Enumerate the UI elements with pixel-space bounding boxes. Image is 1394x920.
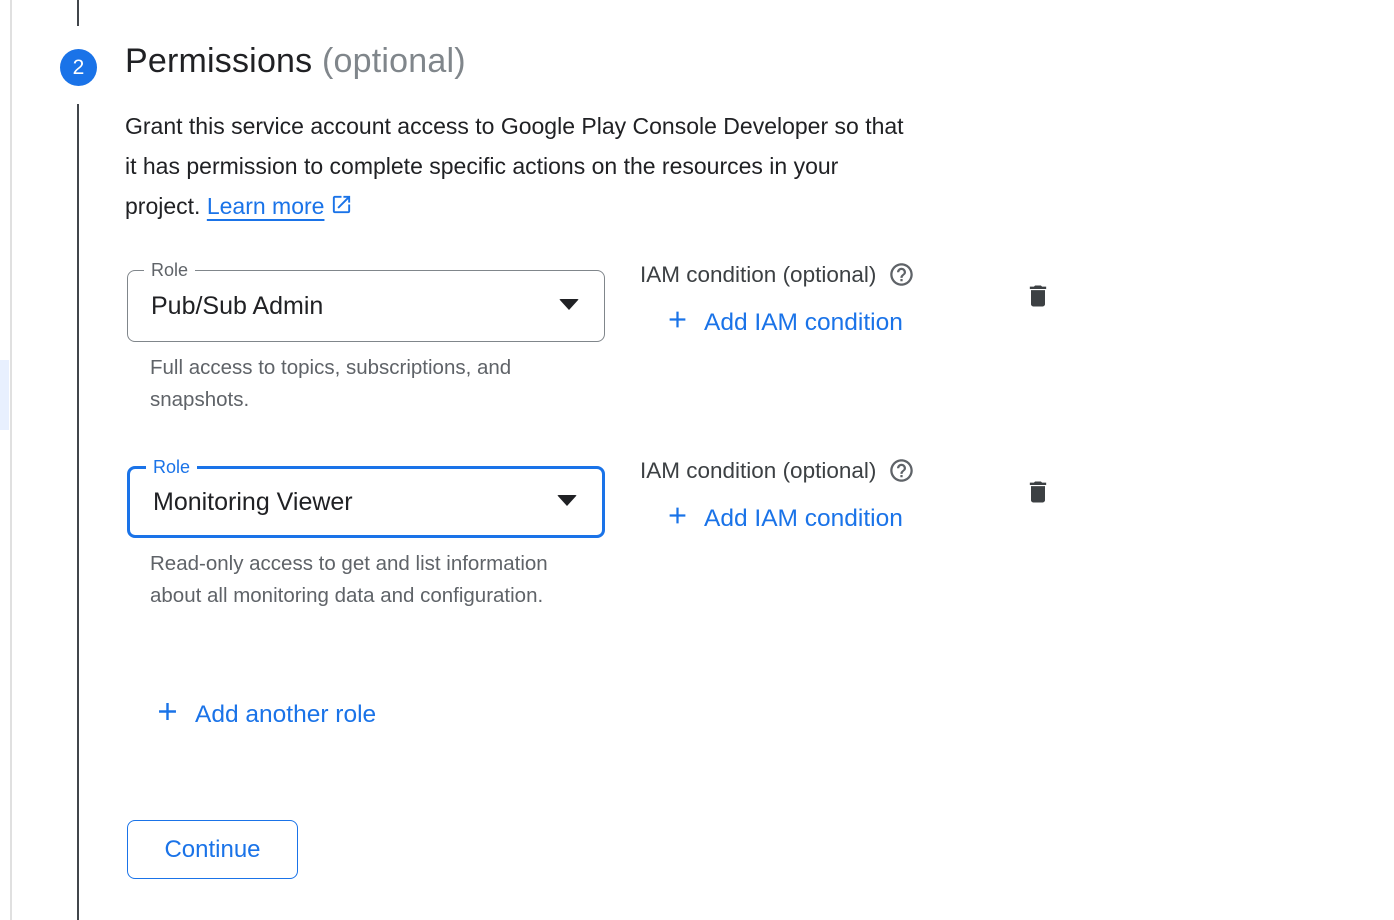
learn-more-label: Learn more [207,186,325,226]
role-select-2[interactable]: Role Monitoring Viewer [127,466,605,538]
plus-icon [664,306,691,340]
trash-icon [1024,298,1052,315]
add-another-role-label: Add another role [195,701,376,729]
role-1-description: Full access to topics, subscriptions, an… [150,352,548,415]
section-description: Grant this service account access to Goo… [125,106,904,226]
add-iam-condition-label-1: Add IAM condition [704,309,903,337]
sidebar-selected-item-sliver [0,360,9,430]
description-line-3: project. Learn more [125,186,904,226]
add-iam-condition-button-1[interactable]: Add IAM condition [664,306,903,340]
plus-icon [153,697,182,733]
help-circle-icon[interactable] [888,457,915,484]
dropdown-arrow-icon [557,495,577,506]
plus-icon [664,502,691,536]
panel-divider [10,0,12,920]
role-select-1[interactable]: Role Pub/Sub Admin [127,270,605,342]
learn-more-link[interactable]: Learn more [207,186,354,226]
delete-role-button-1[interactable] [1024,281,1052,311]
add-iam-condition-label-2: Add IAM condition [704,505,903,533]
stepper-connector-bottom [77,104,79,920]
iam-condition-label-2: IAM condition (optional) [640,458,876,484]
trash-icon [1024,494,1052,511]
stepper-connector-top [77,0,79,26]
help-circle-icon[interactable] [888,261,915,288]
dropdown-arrow-icon [559,299,579,310]
add-another-role-button[interactable]: Add another role [153,697,376,733]
add-iam-condition-button-2[interactable]: Add IAM condition [664,502,903,536]
description-line-2: it has permission to complete specific a… [125,146,904,186]
open-in-new-icon [330,186,353,226]
page-title-optional: (optional) [322,42,466,80]
iam-condition-header-1: IAM condition (optional) [640,261,915,288]
description-line-3-text: project. [125,193,200,219]
iam-condition-header-2: IAM condition (optional) [640,457,915,484]
role-2-description: Read-only access to get and list informa… [150,548,554,611]
delete-role-button-2[interactable] [1024,477,1052,507]
role-select-1-value: Pub/Sub Admin [151,271,323,341]
page-title: Permissions (optional) [125,42,466,81]
description-line-1: Grant this service account access to Goo… [125,106,904,146]
page-title-text: Permissions [125,42,312,80]
iam-condition-label-1: IAM condition (optional) [640,262,876,288]
step-number-badge: 2 [60,49,97,86]
continue-button[interactable]: Continue [127,820,298,879]
role-select-2-value: Monitoring Viewer [153,469,353,535]
